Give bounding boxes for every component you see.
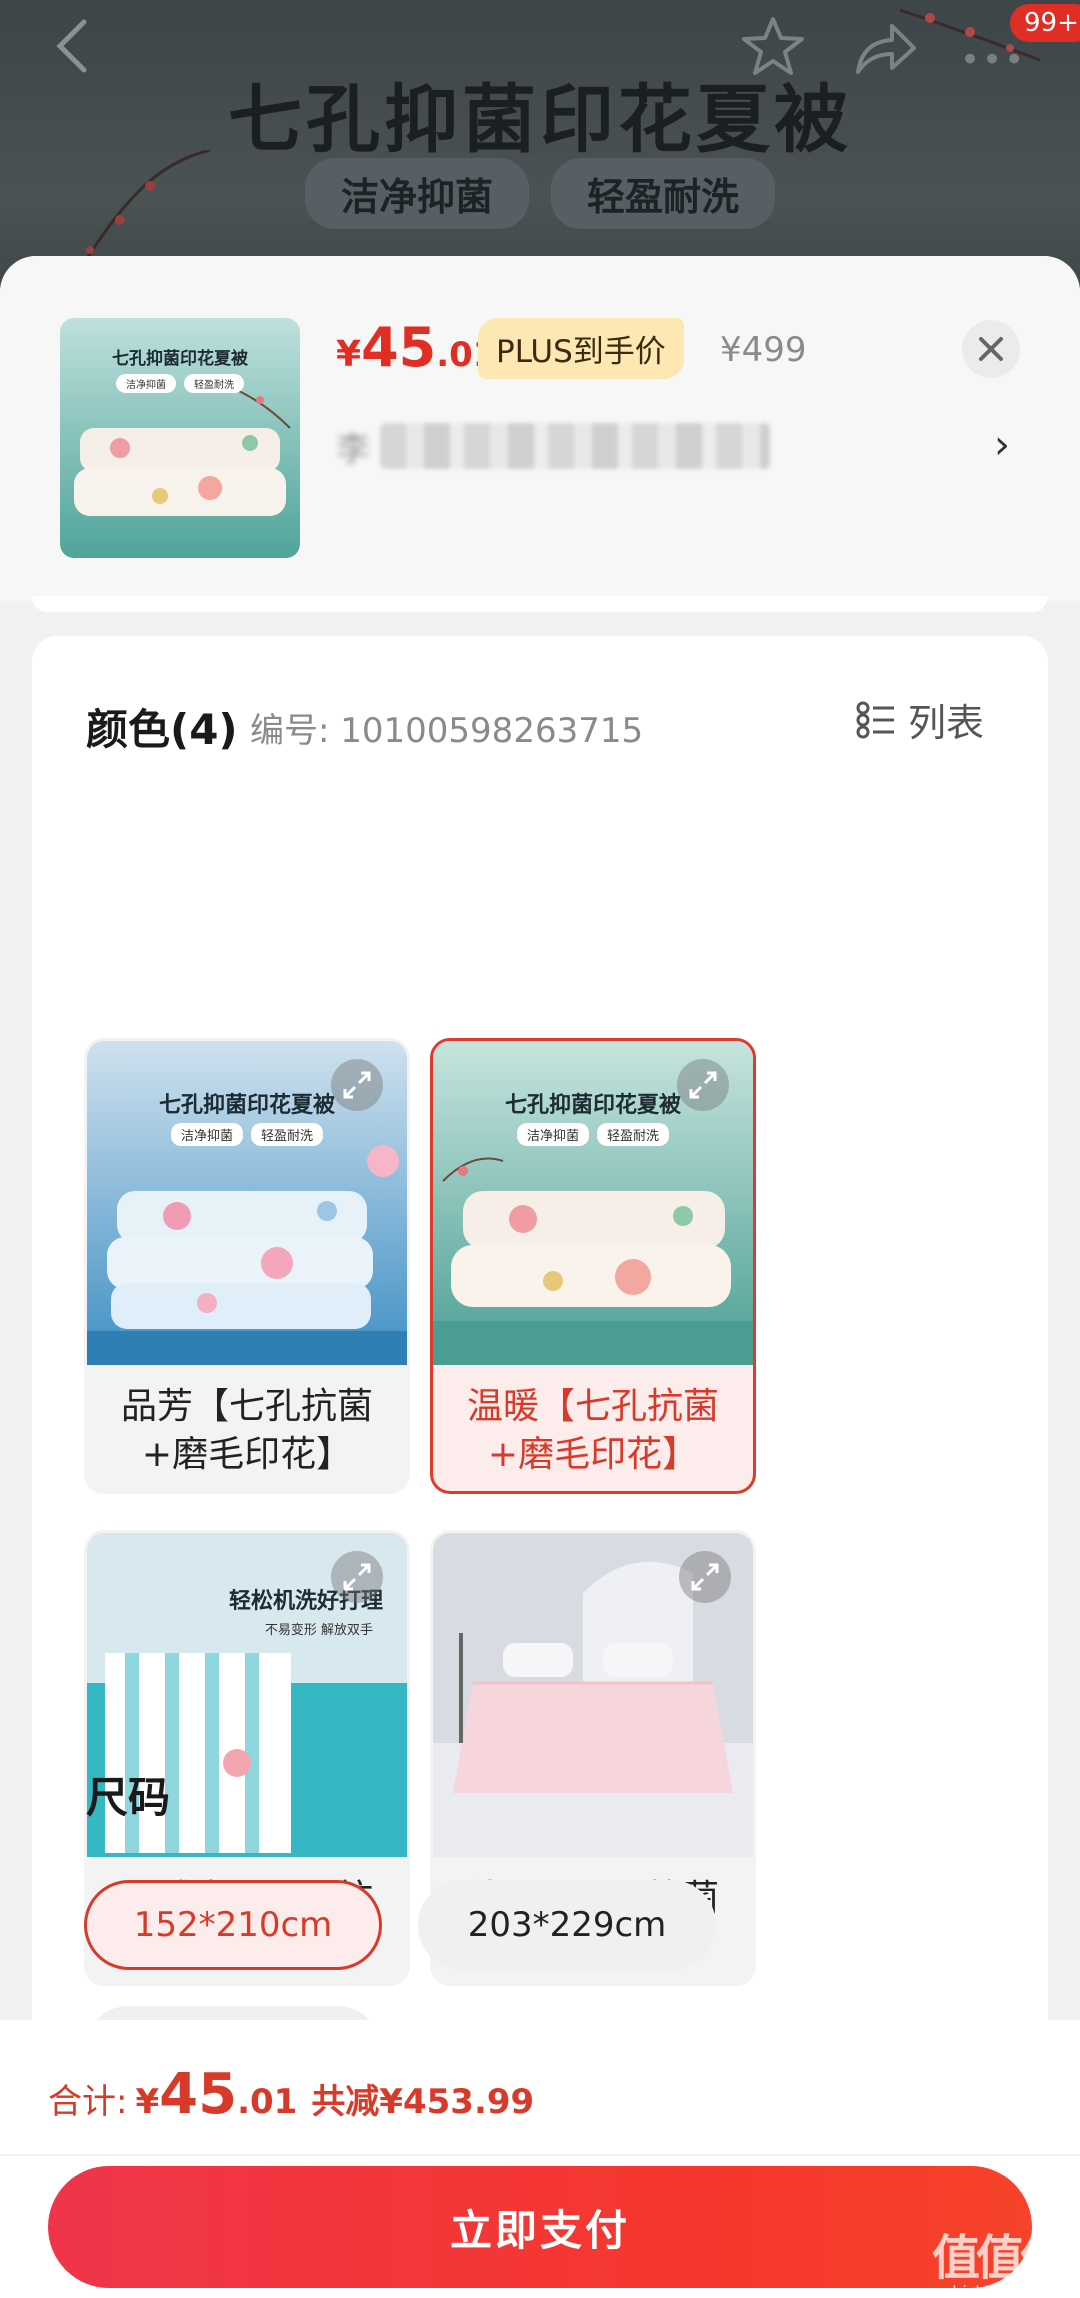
divider bbox=[0, 2154, 1080, 2156]
color-option-label: 温暖【七孔抗菌+磨毛印花】 bbox=[466, 1386, 719, 1475]
total-label: 合计: bbox=[48, 2082, 128, 2122]
color-option-wennuan[interactable]: 七孔抑菌印花夏被 洁净抑菌 轻盈耐洗 温暖【七孔抗菌+磨毛印花】 bbox=[430, 1038, 756, 1494]
original-price: ¥499 bbox=[720, 330, 807, 370]
pay-now-button[interactable]: 立即支付 bbox=[48, 2166, 1032, 2288]
image-tags: 洁净抑菌 轻盈耐洗 bbox=[87, 1123, 407, 1146]
expand-icon[interactable] bbox=[331, 1059, 383, 1111]
banner-tag: 轻盈耐洗 bbox=[551, 158, 776, 229]
color-option-image: 七孔抑菌印花夏被 洁净抑菌 轻盈耐洗 bbox=[87, 1041, 407, 1365]
summary-card-edge bbox=[32, 596, 1048, 612]
shipping-address-row[interactable]: 李 bbox=[336, 416, 770, 476]
product-banner-title: 七孔抑菌印花夏被 bbox=[228, 77, 852, 163]
watermark-text: 值值值 bbox=[931, 2230, 1068, 2286]
color-option-image bbox=[433, 1533, 753, 1857]
thumbnail-caption: 七孔抑菌印花夏被 bbox=[112, 349, 248, 369]
product-banner-tags: 洁净抑菌 轻盈耐洗 bbox=[0, 158, 1080, 229]
color-option-pinfang[interactable]: 七孔抑菌印花夏被 洁净抑菌 轻盈耐洗 品芳【七孔抗菌+磨毛印花】 bbox=[84, 1038, 410, 1494]
image-tag: 轻盈耐洗 bbox=[251, 1123, 324, 1146]
share-icon[interactable] bbox=[852, 18, 918, 78]
sku-selector-sheet: 七孔抑菌印花夏被 洁净抑菌 轻盈耐洗 ¥ 45 .01 PLUS到手价 ¥499… bbox=[0, 256, 1080, 2298]
size-option-152x210[interactable]: 152*210cm bbox=[84, 1880, 382, 1970]
list-view-label: 列表 bbox=[908, 701, 985, 745]
blurred-address-text: 李 bbox=[336, 429, 370, 470]
watermark-url: zhizhizhi.com bbox=[943, 2282, 1053, 2298]
notification-badge: 99+ bbox=[1010, 4, 1080, 42]
favorite-star-icon[interactable] bbox=[740, 14, 806, 80]
more-options-icon[interactable]: ••• bbox=[960, 40, 1026, 80]
expand-icon[interactable] bbox=[679, 1551, 731, 1603]
price-currency: ¥ bbox=[336, 334, 362, 375]
color-option-image: 七孔抑菌印花夏被 洁净抑菌 轻盈耐洗 bbox=[433, 1041, 753, 1365]
back-icon[interactable] bbox=[52, 18, 92, 74]
image-tag: 轻盈耐洗 bbox=[597, 1123, 670, 1146]
plus-price-badge: PLUS到手价 bbox=[478, 318, 684, 379]
list-view-icon bbox=[856, 701, 894, 738]
banner-tag: 洁净抑菌 bbox=[304, 158, 529, 229]
selected-product-summary: 七孔抑菌印花夏被 洁净抑菌 轻盈耐洗 ¥ 45 .01 PLUS到手价 ¥499… bbox=[0, 256, 1080, 601]
expand-icon[interactable] bbox=[331, 1551, 383, 1603]
chevron-right-icon[interactable]: › bbox=[994, 422, 1010, 468]
image-tags: 洁净抑菌 轻盈耐洗 bbox=[433, 1123, 753, 1146]
price-integer: 45 bbox=[361, 316, 437, 379]
image-tags: 不易变形 解放双手 bbox=[87, 1617, 407, 1640]
close-button[interactable] bbox=[962, 320, 1020, 378]
expand-icon[interactable] bbox=[677, 1059, 729, 1111]
size-option-203x229[interactable]: 203*229cm bbox=[418, 1880, 716, 1970]
total-price: 合计: ¥ 45 .01 共减¥453.99 bbox=[48, 2062, 534, 2127]
total-integer: 45 bbox=[159, 2062, 238, 2127]
image-tag: 不易变形 解放双手 bbox=[264, 1623, 373, 1638]
image-tag: 洁净抑菌 bbox=[170, 1123, 243, 1146]
thumbnail-tags: 洁净抑菌 轻盈耐洗 bbox=[60, 374, 300, 393]
product-thumbnail[interactable]: 七孔抑菌印花夏被 洁净抑菌 轻盈耐洗 bbox=[60, 318, 300, 558]
total-discount: 共减¥453.99 bbox=[311, 2082, 535, 2122]
blurred-address-block bbox=[380, 423, 770, 469]
watermark-logo: 值值值 zhizhizhi.com bbox=[928, 2218, 1068, 2298]
size-section-title: 尺码 bbox=[86, 1773, 171, 1822]
current-price: ¥ 45 .01 bbox=[336, 316, 496, 379]
thumbnail-tag: 轻盈耐洗 bbox=[184, 374, 244, 393]
color-option-label: 品芳【七孔抗菌+磨毛印花】 bbox=[120, 1386, 373, 1475]
checkout-bar: 合计: ¥ 45 .01 共减¥453.99 立即支付 bbox=[0, 2020, 1080, 2298]
list-view-toggle[interactable]: 列表 bbox=[856, 692, 984, 747]
thumbnail-tag: 洁净抑菌 bbox=[116, 374, 176, 393]
sku-code: 编号: 10100598263715 bbox=[250, 711, 644, 751]
total-currency: ¥ bbox=[135, 2082, 160, 2122]
color-section-title: 颜色(4) bbox=[86, 705, 238, 754]
total-decimal: .01 bbox=[237, 2082, 298, 2122]
image-tag: 洁净抑菌 bbox=[516, 1123, 589, 1146]
close-icon bbox=[979, 337, 1003, 361]
